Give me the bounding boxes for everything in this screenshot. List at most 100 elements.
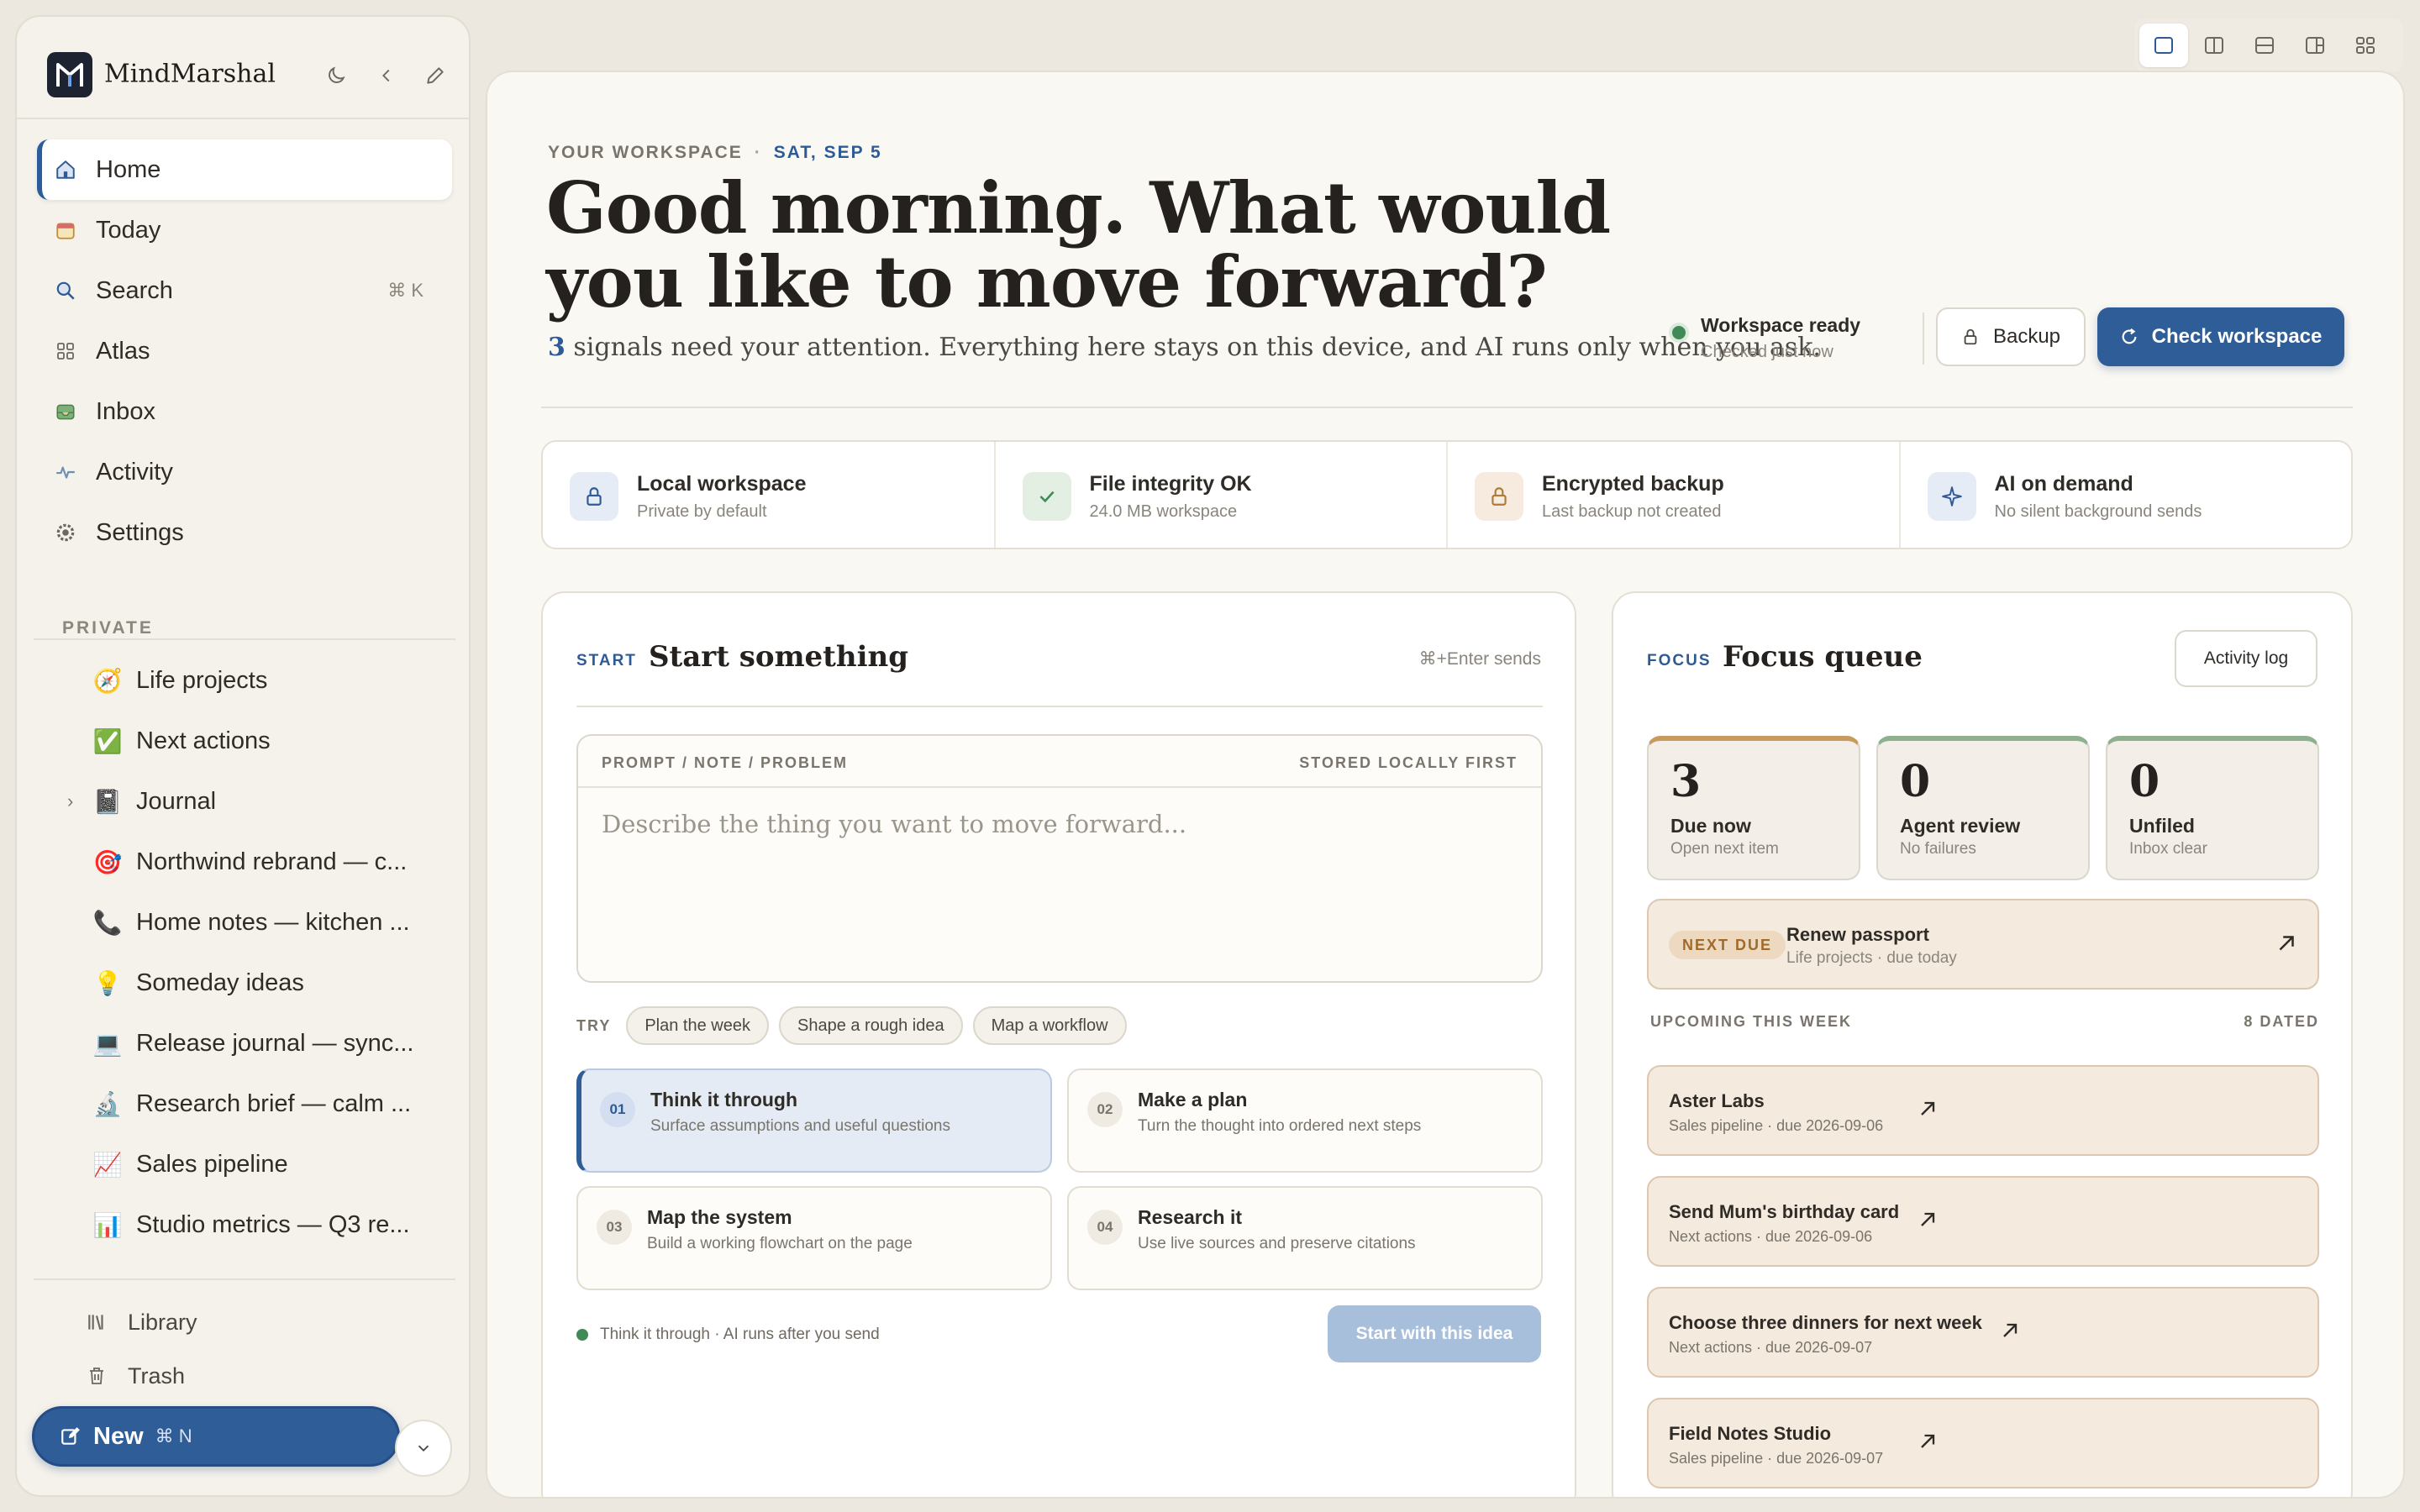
upcoming-item[interactable]: Aster Labs Sales pipeline · due 2026-09-… bbox=[1647, 1065, 2319, 1156]
sidebar-footer-label: Library bbox=[128, 1309, 197, 1335]
upcoming-title: Aster Labs bbox=[1669, 1090, 1765, 1111]
upcoming-item[interactable]: Send Mum's birthday card Next actions · … bbox=[1647, 1176, 2319, 1267]
sidebar-nav-inbox[interactable]: Inbox bbox=[37, 381, 452, 442]
sidebar: MindMarshal Home Today Search ⌘ K Atlas … bbox=[15, 15, 471, 1497]
suggestion-chip-shape-idea[interactable]: Shape a rough idea bbox=[778, 1006, 963, 1045]
sidebar-nav-atlas[interactable]: Atlas bbox=[37, 321, 452, 381]
sidebar-nav-today[interactable]: Today bbox=[37, 200, 452, 260]
sidebar-page-northwind-rebrand[interactable]: 🎯 Northwind rebrand — c... bbox=[37, 835, 452, 889]
theme-toggle-moon-icon[interactable] bbox=[321, 60, 351, 91]
sidebar-page-someday-ideas[interactable]: 💡 Someday ideas bbox=[37, 956, 452, 1010]
single-pane-view-icon[interactable] bbox=[2139, 24, 2188, 67]
split-columns-view-icon[interactable] bbox=[2190, 24, 2238, 67]
sidebar-nav-home[interactable]: Home bbox=[37, 139, 452, 200]
mode-number: 03 bbox=[597, 1210, 632, 1245]
mode-title: Research it bbox=[1138, 1206, 1243, 1228]
mode-number: 02 bbox=[1087, 1092, 1123, 1127]
metric-title: Agent review bbox=[1900, 815, 2021, 837]
sidebar-page-label: Sales pipeline bbox=[136, 1150, 288, 1178]
try-suggestions: TRY Plan the week Shape a rough idea Map… bbox=[576, 1006, 1137, 1045]
suggestion-chip-map-workflow[interactable]: Map a workflow bbox=[972, 1006, 1127, 1045]
mode-number: 01 bbox=[600, 1092, 635, 1127]
open-arrow-icon bbox=[1921, 1101, 1935, 1116]
new-page-button[interactable]: New ⌘ N bbox=[32, 1406, 400, 1467]
upcoming-subtitle: Next actions · due 2026-09-06 bbox=[1669, 1228, 1873, 1245]
page-subtitle: 3 signals need your attention. Everythin… bbox=[548, 333, 1821, 362]
upcoming-item[interactable]: Choose three dinners for next week Next … bbox=[1647, 1287, 2319, 1378]
lock-icon bbox=[570, 472, 618, 521]
suggestion-chip-plan-week[interactable]: Plan the week bbox=[626, 1006, 769, 1045]
stat-ai-on-demand: AI on demand No silent background sends bbox=[1901, 442, 2352, 548]
upcoming-item[interactable]: Field Notes Studio Sales pipeline · due … bbox=[1647, 1398, 2319, 1488]
start-with-idea-button[interactable]: Start with this idea bbox=[1328, 1305, 1541, 1362]
sidebar-nav-label: Atlas bbox=[96, 337, 150, 365]
sidebar-page-life-projects[interactable]: 🧭 Life projects bbox=[37, 654, 452, 707]
sidebar-page-release-journal[interactable]: 💻 Release journal — sync... bbox=[37, 1016, 452, 1070]
stat-title: File integrity OK bbox=[1089, 472, 1252, 496]
upcoming-title: Choose three dinners for next week bbox=[1669, 1312, 1982, 1333]
mode-description: Build a working flowchart on the page bbox=[647, 1235, 913, 1252]
prompt-label: PROMPT / NOTE / PROBLEM bbox=[602, 754, 849, 771]
metric-subtitle: No failures bbox=[1900, 840, 1976, 858]
check-workspace-button[interactable]: Check workspace bbox=[2097, 307, 2344, 366]
sidebar-page-label: Next actions bbox=[136, 727, 271, 754]
prompt-input[interactable] bbox=[602, 810, 1518, 961]
chevron-down-icon bbox=[418, 1445, 429, 1452]
split-rows-view-icon[interactable] bbox=[2240, 24, 2289, 67]
sidebar-nav-search[interactable]: Search ⌘ K bbox=[37, 260, 452, 321]
mode-make-a-plan[interactable]: 02 Make a plan Turn the thought into ord… bbox=[1067, 1068, 1543, 1173]
sidebar-library[interactable]: Library bbox=[37, 1299, 452, 1346]
sidebar-page-sales-pipeline[interactable]: 📈 Sales pipeline bbox=[37, 1137, 452, 1191]
metric-due-now[interactable]: 3 Due now Open next item bbox=[1647, 736, 1860, 880]
sidebar-page-label: Home notes — kitchen ... bbox=[136, 908, 410, 936]
mode-research-it[interactable]: 04 Research it Use live sources and pres… bbox=[1067, 1186, 1543, 1290]
sidebar-nav-label: Today bbox=[96, 216, 161, 244]
workspace-stats-row: Local workspace Private by default File … bbox=[541, 440, 2353, 549]
activity-log-button[interactable]: Activity log bbox=[2175, 630, 2317, 687]
new-options-dropdown[interactable] bbox=[395, 1420, 452, 1477]
expand-chevron-icon[interactable]: › bbox=[67, 790, 73, 812]
mode-description: Use live sources and preserve citations bbox=[1138, 1235, 1416, 1252]
gear-icon bbox=[52, 519, 79, 546]
lock-icon bbox=[1475, 472, 1523, 521]
metric-agent-review[interactable]: 0 Agent review No failures bbox=[1876, 736, 2090, 880]
sidebar-nav-label: Inbox bbox=[96, 397, 155, 425]
check-icon bbox=[1022, 472, 1071, 521]
sidebar-page-research-brief[interactable]: 🔬 Research brief — calm ... bbox=[37, 1077, 452, 1131]
divider bbox=[34, 638, 455, 640]
compose-pencil-icon[interactable] bbox=[420, 60, 450, 91]
metric-title: Due now bbox=[1670, 815, 1751, 837]
mode-title: Map the system bbox=[647, 1206, 792, 1228]
sidebar-page-journal[interactable]: › 📓 Journal bbox=[37, 774, 452, 828]
upcoming-title: Send Mum's birthday card bbox=[1669, 1201, 1900, 1222]
metric-unfiled[interactable]: 0 Unfiled Inbox clear bbox=[2106, 736, 2319, 880]
status-indicator-dot bbox=[576, 1329, 588, 1341]
sidebar-page-label: Someday ideas bbox=[136, 969, 304, 996]
sidebar-page-studio-metrics[interactable]: 📊 Studio metrics — Q3 re... bbox=[37, 1198, 452, 1252]
compass-icon: 🧭 bbox=[92, 667, 123, 694]
backup-button[interactable]: Backup bbox=[1936, 307, 2086, 366]
notebook-icon: 📓 bbox=[92, 788, 123, 815]
side-panel-view-icon[interactable] bbox=[2291, 24, 2339, 67]
mode-think-it-through[interactable]: 01 Think it through Surface assumptions … bbox=[576, 1068, 1052, 1173]
next-due-item[interactable]: NEXT DUE Renew passport Life projects · … bbox=[1647, 899, 2319, 990]
status-indicator-dot bbox=[1672, 326, 1686, 339]
sidebar-nav-label: Settings bbox=[96, 518, 184, 546]
mode-map-the-system[interactable]: 03 Map the system Build a working flowch… bbox=[576, 1186, 1052, 1290]
sidebar-page-next-actions[interactable]: ✅ Next actions bbox=[37, 714, 452, 768]
card-tag: FOCUS bbox=[1647, 652, 1712, 669]
library-icon bbox=[84, 1310, 109, 1335]
divider bbox=[1923, 312, 1924, 365]
collapse-sidebar-chevron-icon[interactable] bbox=[371, 60, 402, 91]
backup-button-label: Backup bbox=[1992, 325, 2061, 348]
sidebar-nav-settings[interactable]: Settings bbox=[37, 502, 452, 563]
sidebar-trash[interactable]: Trash bbox=[37, 1352, 452, 1399]
app-name: MindMarshal bbox=[104, 59, 276, 89]
grid-view-icon[interactable] bbox=[2341, 24, 2390, 67]
open-arrow-icon bbox=[2279, 936, 2294, 951]
mode-status: Think it through · AI runs after you sen… bbox=[576, 1326, 880, 1344]
sidebar-nav-activity[interactable]: Activity bbox=[37, 442, 452, 502]
sidebar-page-home-notes[interactable]: 📞 Home notes — kitchen ... bbox=[37, 895, 452, 949]
target-icon: 🎯 bbox=[92, 848, 123, 875]
upcoming-subtitle: Next actions · due 2026-09-07 bbox=[1669, 1339, 1873, 1356]
